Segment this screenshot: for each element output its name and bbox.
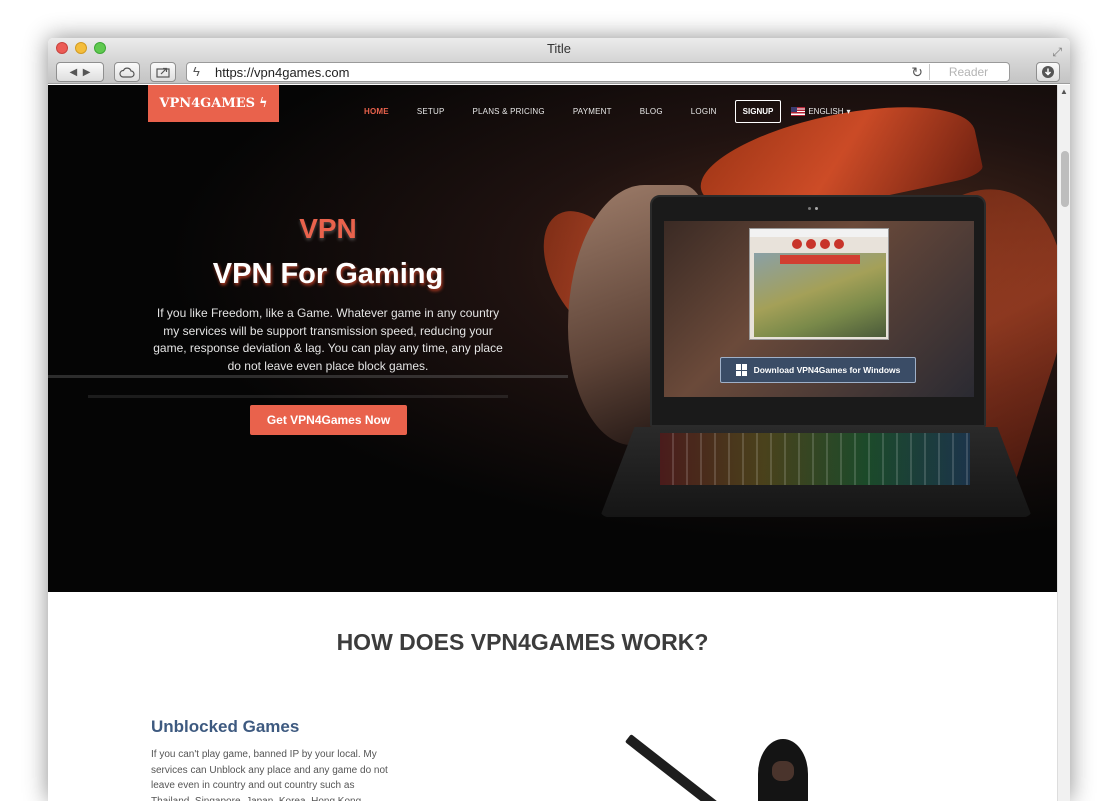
main-navigation: HOME SETUP PLANS & PRICING PAYMENT BLOG … — [364, 100, 850, 123]
forward-icon[interactable]: ▶ — [83, 67, 91, 78]
hero-section: VPN4GAMES ϟ HOME SETUP PLANS & PRICING P… — [48, 85, 1057, 592]
get-vpn-button[interactable]: Get VPN4Games Now — [250, 405, 407, 435]
lightning-icon: ϟ — [259, 96, 268, 111]
nav-payment[interactable]: PAYMENT — [573, 107, 612, 116]
browser-window: Title ⤢ ◀ ▶ ϟ https://vpn4games.com ↻ Re… — [48, 38, 1070, 801]
feature-title: Unblocked Games — [151, 717, 300, 736]
rifle-graphic — [624, 734, 718, 801]
us-flag-icon — [791, 107, 806, 116]
hero-title: VPN For Gaming — [212, 258, 444, 290]
background-streak — [48, 375, 568, 378]
icloud-button[interactable] — [114, 62, 140, 82]
back-icon[interactable]: ◀ — [70, 67, 78, 78]
nav-plans-pricing[interactable]: PLANS & PRICING — [472, 107, 544, 116]
face-graphic — [772, 761, 794, 781]
app-banner — [780, 255, 860, 264]
background-streak — [88, 395, 508, 398]
language-selector[interactable]: ENGLISH ▾ — [791, 107, 850, 116]
keyboard-glow — [660, 433, 970, 485]
laptop-graphic: Download VPN4Games for Windows — [650, 195, 986, 427]
language-label: ENGLISH — [808, 107, 844, 116]
close-button[interactable] — [56, 42, 68, 54]
title-bar: Title ⤢ — [48, 38, 1070, 60]
soldier-graphic — [624, 725, 828, 801]
download-windows-button[interactable]: Download VPN4Games for Windows — [720, 357, 916, 383]
hero-title-vpn: VPN — [299, 213, 357, 244]
hero-description: If you like Freedom, like a Game. Whatev… — [153, 306, 503, 373]
windows-icon — [735, 364, 748, 376]
nav-home[interactable]: HOME — [364, 107, 389, 116]
app-game-image — [754, 253, 886, 337]
downloads-button[interactable] — [1036, 62, 1060, 82]
cloud-icon — [119, 67, 135, 78]
window-title: Title — [546, 41, 572, 56]
share-icon — [156, 67, 170, 78]
web-page: VPN4GAMES ϟ HOME SETUP PLANS & PRICING P… — [48, 85, 1057, 801]
vertical-scrollbar[interactable]: ▲ — [1057, 85, 1070, 801]
reload-icon[interactable]: ↻ — [911, 64, 923, 81]
window-controls — [56, 42, 106, 54]
scroll-thumb[interactable] — [1061, 151, 1069, 207]
caret-down-icon: ▾ — [846, 107, 851, 116]
signup-button[interactable]: SIGNUP — [734, 100, 782, 123]
laptop-keyboard-graphic — [600, 427, 1032, 517]
scroll-up-icon[interactable]: ▲ — [1060, 87, 1068, 96]
app-icons — [792, 239, 844, 249]
logo-text: VPN4GAMES — [159, 96, 256, 111]
camera-dot — [815, 207, 818, 210]
feature-description: If you can't play game, banned IP by you… — [151, 749, 388, 801]
nav-setup[interactable]: SETUP — [417, 107, 445, 116]
camera-dot — [808, 207, 811, 210]
url-text[interactable]: https://vpn4games.com — [215, 65, 349, 80]
minimize-button[interactable] — [75, 42, 87, 54]
share-button[interactable] — [150, 62, 176, 82]
address-bar[interactable]: ϟ https://vpn4games.com ↻ Reader — [186, 62, 1010, 82]
site-icon: ϟ — [193, 64, 200, 79]
zoom-button[interactable] — [94, 42, 106, 54]
download-label: Download VPN4Games for Windows — [753, 365, 901, 375]
nav-blog[interactable]: BLOG — [640, 107, 663, 116]
app-screenshot — [749, 228, 889, 340]
reader-button[interactable]: Reader — [929, 64, 1007, 80]
app-header — [750, 229, 888, 237]
back-forward-buttons[interactable]: ◀ ▶ — [56, 62, 104, 82]
hooded-figure-graphic — [758, 739, 808, 801]
download-icon — [1042, 66, 1054, 78]
laptop-screen: Download VPN4Games for Windows — [664, 221, 974, 397]
nav-login[interactable]: LOGIN — [691, 107, 717, 116]
section-title: HOW DOES VPN4GAMES WORK? — [336, 629, 709, 655]
browser-toolbar: ◀ ▶ ϟ https://vpn4games.com ↻ Reader — [48, 60, 1070, 84]
site-logo[interactable]: VPN4GAMES ϟ — [148, 85, 279, 122]
